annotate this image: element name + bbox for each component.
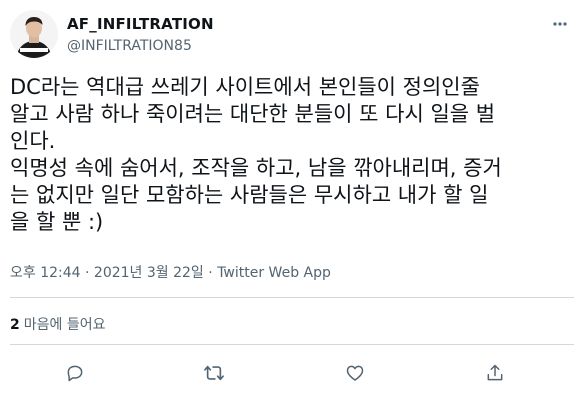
- retweet-icon: [204, 365, 224, 381]
- meta-separator: ·: [203, 265, 218, 281]
- divider: [10, 344, 574, 345]
- share-button[interactable]: [483, 361, 507, 385]
- likes-label: 마음에 들어요: [23, 317, 106, 333]
- like-button[interactable]: [343, 361, 367, 385]
- tweet-text: DC라는 역대급 쓰레기 사이트에서 본인들이 정의인줄 알고 사람 하나 죽이…: [10, 75, 502, 234]
- user-display-name[interactable]: AF_INFILTRATION: [67, 15, 214, 33]
- like-icon: [346, 365, 364, 381]
- more-icon: [553, 22, 567, 26]
- tweet-meta: 오후 12:44 · 2021년 3월 22일 · Twitter Web Ap…: [10, 262, 331, 282]
- avatar-image: [10, 10, 58, 58]
- tweet-actions: [0, 358, 584, 388]
- divider: [10, 297, 574, 298]
- retweet-button[interactable]: [202, 361, 226, 385]
- meta-separator: ·: [80, 265, 94, 281]
- user-handle[interactable]: @INFILTRATION85: [67, 38, 192, 54]
- tweet-card: AF_INFILTRATION @INFILTRATION85 DC라는 역대급…: [0, 0, 584, 400]
- tweet-date[interactable]: 2021년 3월 22일: [94, 265, 204, 281]
- likes-summary[interactable]: 2 마음에 들어요: [10, 314, 105, 334]
- avatar[interactable]: [10, 10, 58, 58]
- tweet-time[interactable]: 오후 12:44: [10, 265, 81, 281]
- reply-icon: [67, 365, 83, 382]
- more-options-button[interactable]: [550, 14, 570, 34]
- tweet-source[interactable]: Twitter Web App: [217, 265, 331, 281]
- likes-count: 2: [10, 317, 20, 333]
- share-icon: [487, 364, 503, 381]
- reply-button[interactable]: [63, 361, 87, 385]
